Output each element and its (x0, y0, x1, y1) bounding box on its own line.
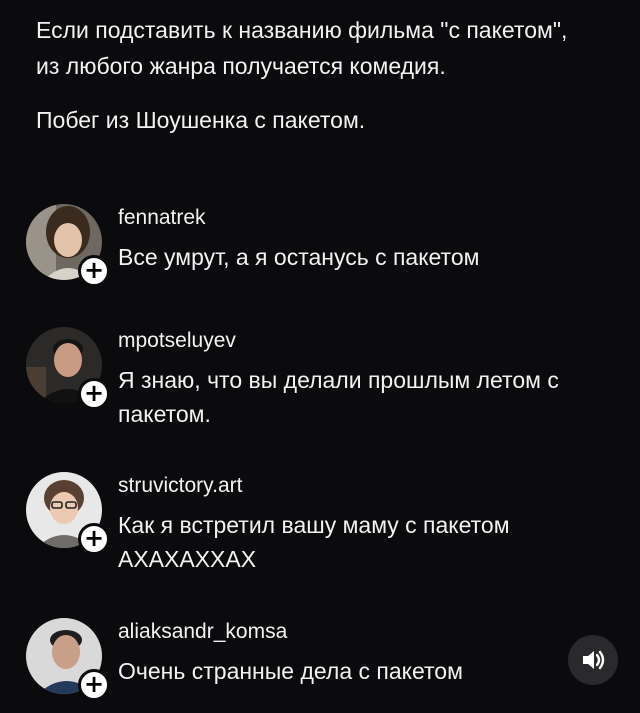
comment-text: Очень странные дела с пакетом (118, 658, 463, 684)
comments-screen: Если подставить к названию фильма "с пак… (0, 0, 640, 713)
avatar-container[interactable]: + (26, 618, 110, 701)
comment-text: Я знаю, что вы делали прошлым летом с па… (118, 367, 559, 427)
comment-username[interactable]: struvictory.art (118, 472, 242, 500)
avatar-container[interactable]: + (26, 327, 110, 410)
follow-plus-icon[interactable]: + (78, 523, 110, 555)
speaker-icon (583, 650, 605, 670)
comment-username[interactable]: aliaksandr_komsa (118, 618, 287, 646)
sound-button[interactable] (568, 635, 618, 685)
comment-text: Как я встретил вашу маму с пакетом АХАХА… (118, 512, 510, 572)
avatar-container[interactable]: + (26, 204, 110, 287)
avatar-container[interactable]: + (26, 472, 110, 555)
comment-username[interactable]: fennatrek (118, 204, 206, 232)
follow-plus-icon[interactable]: + (78, 255, 110, 287)
comment-text: Все умрут, а я останусь с пакетом (118, 244, 480, 270)
follow-plus-icon[interactable]: + (78, 378, 110, 410)
caption-paragraph: Побег из Шоушенка с пакетом. (36, 107, 366, 133)
caption-paragraph: Если подставить к названию фильма "с пак… (36, 17, 568, 79)
comment-username[interactable]: mpotseluyev (118, 327, 236, 355)
post-caption: Если подставить к названию фильма "с пак… (36, 12, 576, 138)
follow-plus-icon[interactable]: + (78, 669, 110, 701)
